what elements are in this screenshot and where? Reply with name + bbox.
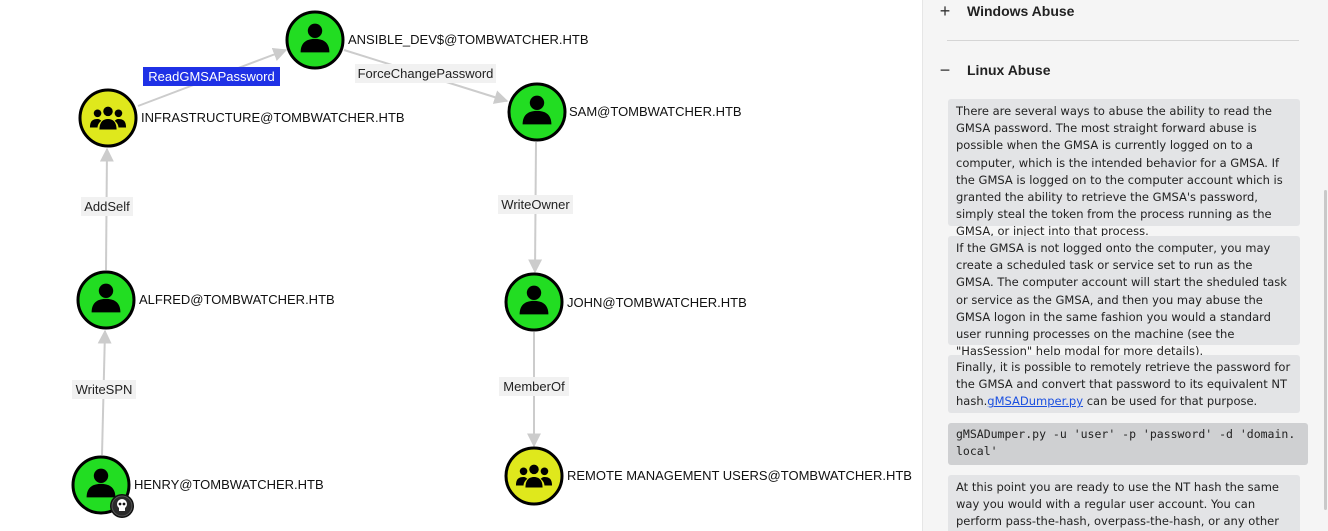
edge-label-member-of[interactable]: MemberOf <box>499 377 569 396</box>
edge-label-text: AddSelf <box>84 199 130 214</box>
node-john[interactable]: JOHN@TOMBWATCHER.HTB <box>504 272 747 332</box>
section-divider <box>947 40 1299 41</box>
edge-label-text: MemberOf <box>503 379 565 394</box>
section-title: Windows Abuse <box>967 3 1075 19</box>
abuse-paragraph: At this point you are ready to use the N… <box>948 475 1300 531</box>
node-label: SAM@TOMBWATCHER.HTB <box>569 104 742 119</box>
scrollbar[interactable] <box>1324 190 1327 510</box>
node-henry[interactable]: HENRY@TOMBWATCHER.HTB <box>71 455 324 518</box>
node-remote-management-users[interactable]: REMOTE MANAGEMENT USERS@TOMBWATCHER.HTB <box>504 446 912 506</box>
node-alfred[interactable]: ALFRED@TOMBWATCHER.HTB <box>76 270 335 330</box>
edge-label-write-owner[interactable]: WriteOwner <box>498 195 573 214</box>
skull-icon <box>110 494 134 518</box>
help-panel: + Windows Abuse − Linux Abuse There are … <box>922 0 1328 531</box>
linux-abuse-header[interactable]: − Linux Abuse <box>923 58 1051 82</box>
edge-label-force-change-password[interactable]: ForceChangePassword <box>355 64 496 83</box>
section-title: Linux Abuse <box>967 62 1051 78</box>
gmsadumper-link[interactable]: gMSADumper.py <box>987 394 1083 408</box>
edge-label-add-self[interactable]: AddSelf <box>81 197 133 216</box>
node-label: ANSIBLE_DEV$@TOMBWATCHER.HTB <box>348 32 589 47</box>
edge-label-text: ForceChangePassword <box>358 66 494 81</box>
node-sam[interactable]: SAM@TOMBWATCHER.HTB <box>507 82 742 142</box>
node-ansible-dev[interactable]: ANSIBLE_DEV$@TOMBWATCHER.HTB <box>285 10 589 70</box>
edge-label-read-gmsa-password[interactable]: ReadGMSAPassword <box>143 67 280 86</box>
node-infrastructure[interactable]: INFRASTRUCTURE@TOMBWATCHER.HTB <box>78 88 405 148</box>
graph-canvas[interactable]: ReadGMSAPassword ForceChangePassword Add… <box>0 0 922 531</box>
node-label: ALFRED@TOMBWATCHER.HTB <box>139 292 335 307</box>
abuse-paragraph: Finally, it is possible to remotely retr… <box>948 355 1300 413</box>
code-block[interactable]: gMSADumper.py -u 'user' -p 'password' -d… <box>948 423 1308 465</box>
windows-abuse-header[interactable]: + Windows Abuse <box>923 0 1075 23</box>
node-label: JOHN@TOMBWATCHER.HTB <box>567 295 747 310</box>
paragraph-text: can be used for that purpose. <box>1083 394 1258 409</box>
edge-label-write-spn[interactable]: WriteSPN <box>72 380 136 399</box>
collapse-icon[interactable]: − <box>923 60 967 81</box>
abuse-paragraph: If the GMSA is not logged onto the compu… <box>948 236 1300 358</box>
edge-label-text: WriteSPN <box>76 382 133 397</box>
node-label: REMOTE MANAGEMENT USERS@TOMBWATCHER.HTB <box>567 468 912 483</box>
expand-icon[interactable]: + <box>923 1 967 22</box>
node-label: HENRY@TOMBWATCHER.HTB <box>134 477 324 492</box>
abuse-paragraph: There are several ways to abuse the abil… <box>948 99 1300 238</box>
node-label: INFRASTRUCTURE@TOMBWATCHER.HTB <box>141 110 405 125</box>
edge-label-text: ReadGMSAPassword <box>148 69 274 84</box>
edge-label-text: WriteOwner <box>501 197 570 212</box>
